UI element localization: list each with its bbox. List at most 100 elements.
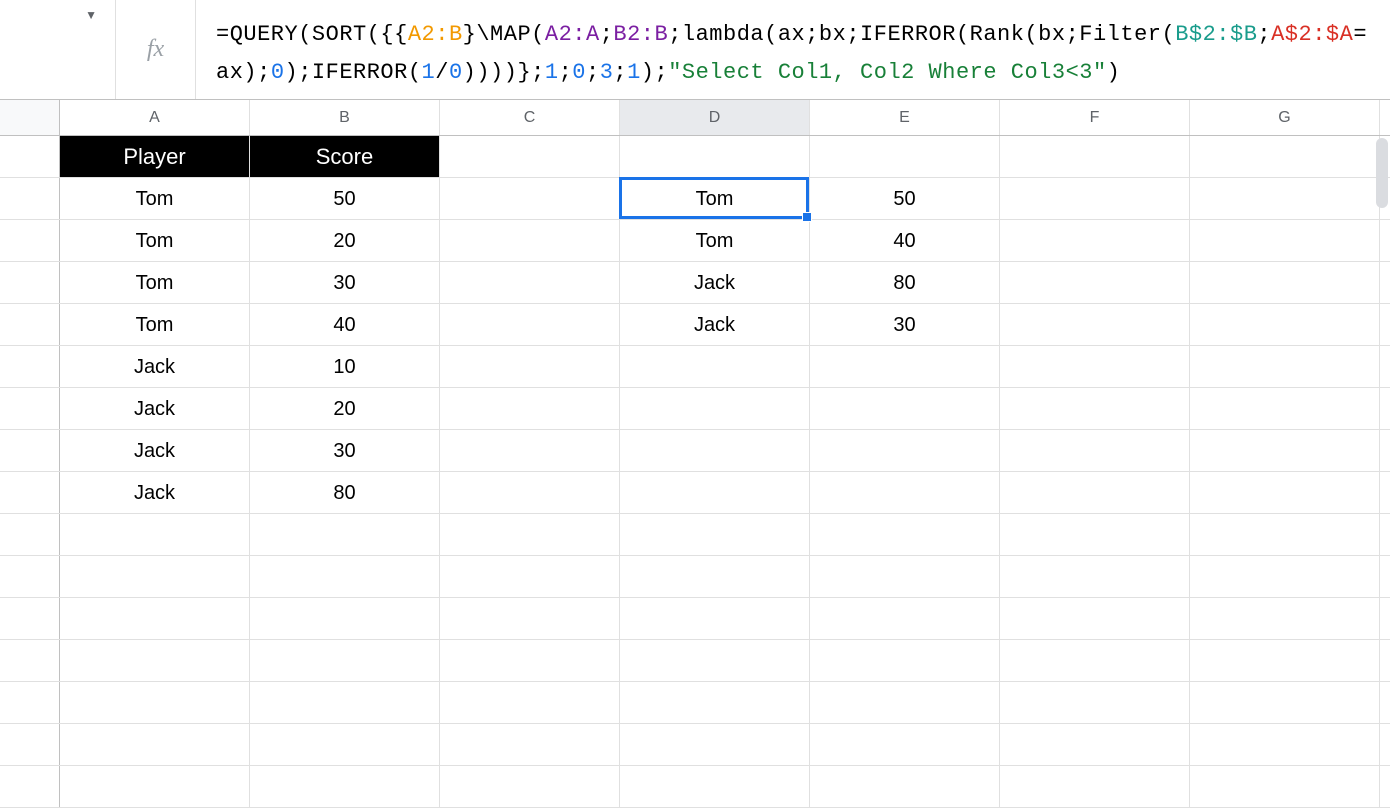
cell-G[interactable]	[1190, 724, 1380, 765]
cell-F[interactable]	[1000, 556, 1190, 597]
cell-B[interactable]	[250, 598, 440, 639]
cell-E[interactable]	[810, 766, 1000, 807]
cell-C[interactable]	[440, 430, 620, 471]
cell-D[interactable]	[620, 724, 810, 765]
cell-D[interactable]	[620, 640, 810, 681]
column-header-B[interactable]: B	[250, 100, 440, 135]
cell-D[interactable]	[620, 388, 810, 429]
row-header[interactable]	[0, 220, 60, 261]
select-all-corner[interactable]	[0, 100, 60, 135]
row-header[interactable]	[0, 472, 60, 513]
cell-G[interactable]	[1190, 766, 1380, 807]
row-header[interactable]	[0, 136, 60, 177]
cell-F[interactable]	[1000, 598, 1190, 639]
cell-A[interactable]: Jack	[60, 388, 250, 429]
cell-D[interactable]: Jack	[620, 304, 810, 345]
cell-A[interactable]	[60, 598, 250, 639]
cell-E[interactable]	[810, 556, 1000, 597]
cell-A[interactable]	[60, 724, 250, 765]
cell-E[interactable]: 40	[810, 220, 1000, 261]
cell-A[interactable]: Tom	[60, 304, 250, 345]
cell-G[interactable]	[1190, 430, 1380, 471]
cell-B[interactable]: Score	[250, 136, 440, 177]
cell-D[interactable]	[620, 598, 810, 639]
row-header[interactable]	[0, 682, 60, 723]
cell-B[interactable]: 50	[250, 178, 440, 219]
cell-F[interactable]	[1000, 388, 1190, 429]
name-box-dropdown-icon[interactable]: ▼	[85, 8, 97, 22]
cell-E[interactable]	[810, 346, 1000, 387]
cell-F[interactable]	[1000, 682, 1190, 723]
cell-D[interactable]	[620, 136, 810, 177]
cell-C[interactable]	[440, 682, 620, 723]
cell-F[interactable]	[1000, 640, 1190, 681]
cell-A[interactable]: Tom	[60, 178, 250, 219]
cell-F[interactable]	[1000, 304, 1190, 345]
cell-G[interactable]	[1190, 304, 1380, 345]
row-header[interactable]	[0, 304, 60, 345]
cell-C[interactable]	[440, 262, 620, 303]
row-header[interactable]	[0, 430, 60, 471]
cell-D[interactable]	[620, 682, 810, 723]
row-header[interactable]	[0, 640, 60, 681]
row-header[interactable]	[0, 598, 60, 639]
cell-C[interactable]	[440, 514, 620, 555]
cell-E[interactable]: 50	[810, 178, 1000, 219]
cell-B[interactable]: 30	[250, 262, 440, 303]
vertical-scrollbar[interactable]	[1376, 138, 1388, 208]
cell-C[interactable]	[440, 640, 620, 681]
cell-B[interactable]	[250, 556, 440, 597]
cell-B[interactable]	[250, 682, 440, 723]
cell-C[interactable]	[440, 220, 620, 261]
cell-A[interactable]: Tom	[60, 220, 250, 261]
cell-C[interactable]	[440, 766, 620, 807]
cell-B[interactable]: 20	[250, 388, 440, 429]
cell-A[interactable]	[60, 766, 250, 807]
column-header-C[interactable]: C	[440, 100, 620, 135]
cell-B[interactable]: 20	[250, 220, 440, 261]
cell-A[interactable]: Jack	[60, 346, 250, 387]
cell-A[interactable]	[60, 556, 250, 597]
cell-G[interactable]	[1190, 640, 1380, 681]
cell-C[interactable]	[440, 724, 620, 765]
formula-input[interactable]: =QUERY(SORT({{A2:B}\MAP(A2:A;B2:B;lambda…	[196, 0, 1390, 99]
column-header-G[interactable]: G	[1190, 100, 1380, 135]
cell-E[interactable]	[810, 472, 1000, 513]
cell-G[interactable]	[1190, 346, 1380, 387]
cell-F[interactable]	[1000, 178, 1190, 219]
column-header-F[interactable]: F	[1000, 100, 1190, 135]
cell-E[interactable]	[810, 640, 1000, 681]
cell-F[interactable]	[1000, 136, 1190, 177]
cell-D[interactable]: Jack	[620, 262, 810, 303]
cell-D[interactable]	[620, 346, 810, 387]
row-header[interactable]	[0, 556, 60, 597]
cell-B[interactable]: 10	[250, 346, 440, 387]
cell-B[interactable]	[250, 724, 440, 765]
cell-F[interactable]	[1000, 472, 1190, 513]
cell-C[interactable]	[440, 178, 620, 219]
name-box[interactable]: ▼	[0, 0, 116, 99]
cell-B[interactable]	[250, 640, 440, 681]
cell-C[interactable]	[440, 388, 620, 429]
cell-G[interactable]	[1190, 556, 1380, 597]
cell-F[interactable]	[1000, 430, 1190, 471]
cell-D[interactable]: Tom	[620, 220, 810, 261]
cell-D[interactable]	[620, 556, 810, 597]
cell-G[interactable]	[1190, 388, 1380, 429]
cell-D[interactable]: Tom	[620, 178, 810, 219]
cell-E[interactable]	[810, 682, 1000, 723]
cell-F[interactable]	[1000, 220, 1190, 261]
cell-E[interactable]	[810, 598, 1000, 639]
cell-B[interactable]: 80	[250, 472, 440, 513]
cell-G[interactable]	[1190, 514, 1380, 555]
cell-F[interactable]	[1000, 262, 1190, 303]
cell-A[interactable]: Tom	[60, 262, 250, 303]
cell-C[interactable]	[440, 598, 620, 639]
cell-B[interactable]	[250, 766, 440, 807]
cell-D[interactable]	[620, 766, 810, 807]
cell-G[interactable]	[1190, 136, 1380, 177]
cell-B[interactable]	[250, 514, 440, 555]
cell-E[interactable]	[810, 136, 1000, 177]
cell-C[interactable]	[440, 136, 620, 177]
cell-G[interactable]	[1190, 472, 1380, 513]
